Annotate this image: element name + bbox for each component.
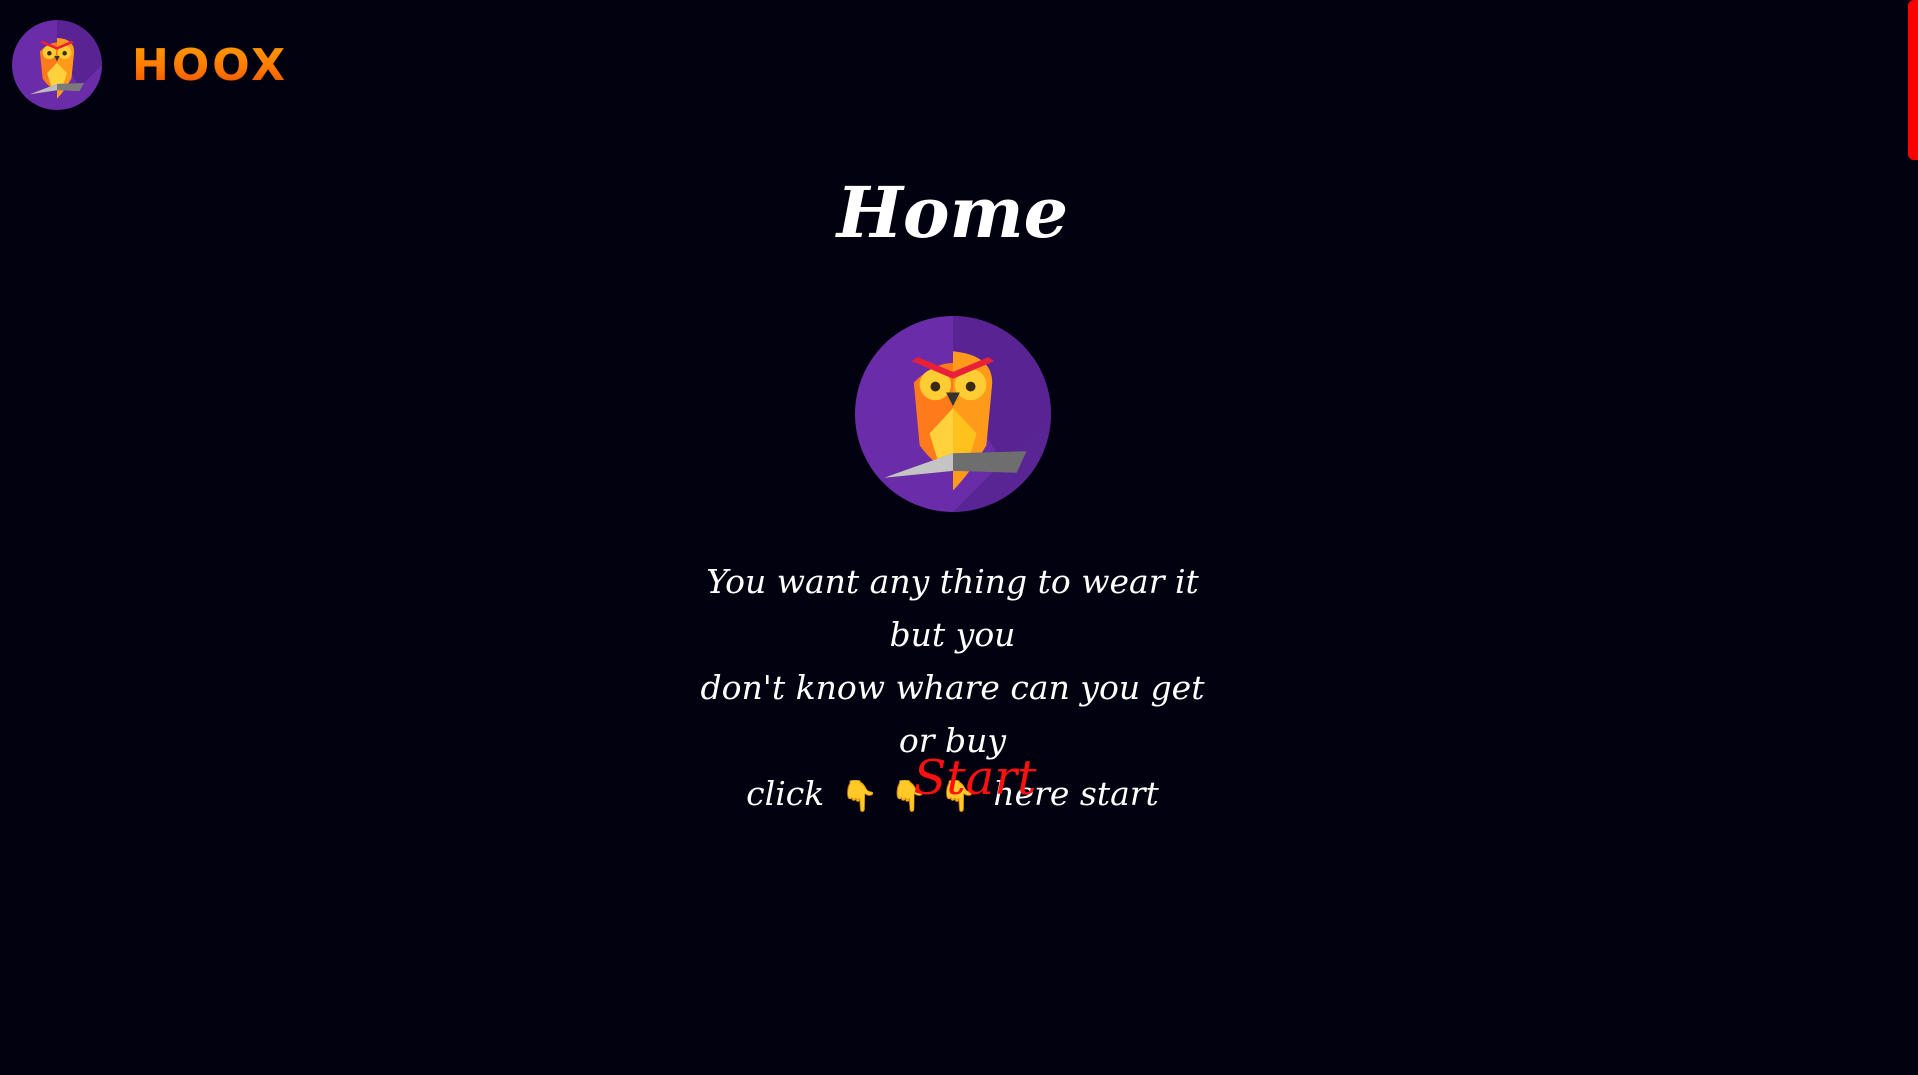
page: HOOX Home You want any thing to wear it … [0, 0, 1918, 1075]
page-title: Home [836, 171, 1069, 254]
scrollbar-thumb[interactable] [1908, 0, 1918, 160]
description-line-1: You want any thing to wear it but you [706, 562, 1199, 654]
start-link[interactable]: Start [0, 750, 1918, 806]
owl-logo-icon [855, 316, 1051, 512]
scrollbar[interactable] [1906, 0, 1918, 1075]
main-content: Home You want any thing to wear it but y… [0, 0, 1905, 1075]
